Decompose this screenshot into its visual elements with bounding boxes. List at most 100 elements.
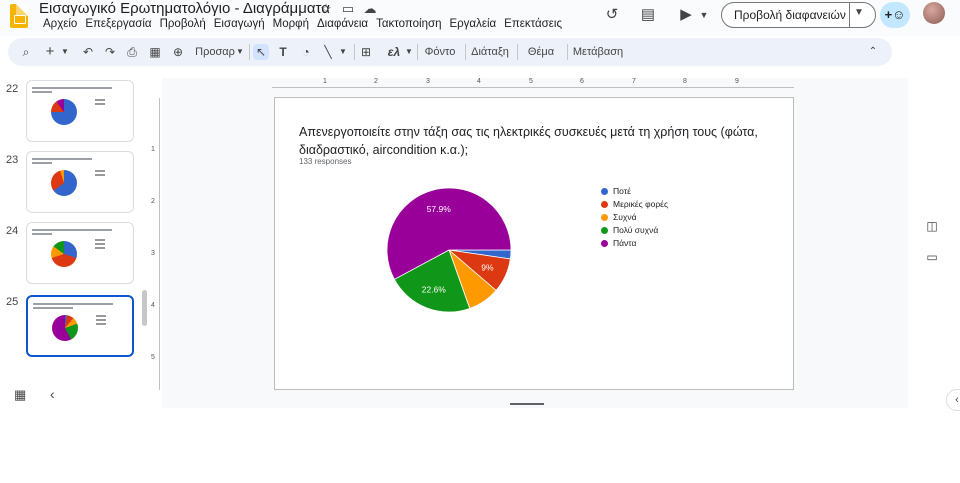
menu-slide[interactable]: Διαφάνεια bbox=[313, 17, 372, 31]
add-comment-icon[interactable]: ⊞ bbox=[358, 44, 374, 60]
new-slide-dropdown-icon[interactable]: ▼ bbox=[60, 44, 70, 60]
layout-button[interactable]: Διάταξη bbox=[469, 44, 511, 60]
ruler-label: 7 bbox=[632, 78, 636, 85]
menu-edit[interactable]: Επεξεργασία bbox=[81, 17, 155, 31]
line-icon[interactable]: ╲ bbox=[320, 44, 336, 60]
ruler-label: 2 bbox=[151, 198, 155, 205]
ruler-label: 4 bbox=[477, 78, 481, 85]
ruler-label: 5 bbox=[151, 354, 155, 361]
pie-data-label: 22.6% bbox=[422, 284, 447, 294]
new-slide-icon[interactable]: + bbox=[42, 44, 58, 60]
legend-label: Μερικές φορές bbox=[613, 199, 669, 209]
menu-view[interactable]: Προβολή bbox=[156, 17, 210, 31]
ruler-label: 5 bbox=[529, 78, 533, 85]
toolbar-divider bbox=[249, 44, 250, 60]
pie-data-label: 57.9% bbox=[427, 204, 452, 214]
slide-thumbnail[interactable] bbox=[26, 222, 134, 284]
slideshow-button-label: Προβολή διαφανειών bbox=[734, 8, 846, 22]
avatar[interactable] bbox=[923, 2, 945, 24]
slide-number: 24 bbox=[6, 225, 19, 237]
legend-swatch bbox=[601, 188, 608, 195]
text-box-icon[interactable]: T bbox=[275, 44, 291, 60]
comments-icon[interactable]: ▤ bbox=[638, 5, 658, 25]
grid-view-icon[interactable]: ▦ bbox=[14, 388, 28, 402]
ruler-label: 8 bbox=[683, 78, 687, 85]
menu-file[interactable]: Αρχείο bbox=[39, 17, 81, 31]
equation-dropdown-icon[interactable]: ▼ bbox=[405, 44, 413, 60]
select-cursor-icon[interactable]: ↖ bbox=[253, 44, 269, 60]
slide-number: 25 bbox=[6, 296, 19, 308]
vertical-ruler: 1 2 3 4 5 bbox=[150, 98, 160, 390]
legend-label: Ποτέ bbox=[613, 186, 631, 196]
zoom-icon[interactable]: ⊕ bbox=[170, 44, 186, 60]
print-icon[interactable]: ⎙ bbox=[124, 44, 140, 60]
legend-label: Συχνά bbox=[613, 212, 637, 222]
ruler-label: 1 bbox=[151, 146, 155, 153]
pie-chart[interactable]: 9% 22.6% 57.9% bbox=[385, 186, 513, 314]
menu-extensions[interactable]: Επεκτάσεις bbox=[500, 17, 566, 31]
cloud-saved-icon[interactable]: ☁ bbox=[362, 1, 378, 17]
menu-arrange[interactable]: Τακτοποίηση bbox=[372, 17, 445, 31]
canvas-scroll-indicator[interactable] bbox=[510, 403, 544, 405]
keep-icon[interactable]: ◫ bbox=[924, 218, 940, 234]
zoom-select[interactable]: Προσαρ bbox=[192, 44, 238, 60]
filmstrip-scrollbar[interactable] bbox=[142, 290, 147, 326]
toolbar-divider bbox=[567, 44, 568, 60]
slide-thumbnail[interactable] bbox=[26, 80, 134, 142]
star-icon[interactable]: ☆ bbox=[318, 1, 334, 17]
move-to-folder-icon[interactable]: ▭ bbox=[340, 1, 356, 17]
toolbar-divider bbox=[465, 44, 466, 60]
slide-thumbnail[interactable] bbox=[26, 151, 134, 213]
ruler-label: 1 bbox=[323, 78, 327, 85]
meet-dropdown-icon[interactable]: ▼ bbox=[694, 5, 714, 25]
legend-swatch bbox=[601, 201, 608, 208]
slide-number: 23 bbox=[6, 154, 19, 166]
slideshow-dropdown-icon[interactable]: ▼ bbox=[854, 7, 864, 18]
theme-button[interactable]: Θέμα bbox=[521, 44, 561, 60]
shape-icon[interactable]: ◔ bbox=[298, 44, 314, 60]
collapse-toolbar-icon[interactable]: ⌃ bbox=[865, 44, 881, 60]
question-title[interactable]: Απενεργοποιείτε στην τάξη σας τις ηλεκτρ… bbox=[299, 123, 779, 159]
menu-insert[interactable]: Εισαγωγή bbox=[210, 17, 269, 31]
equation-icon[interactable]: ελ bbox=[386, 44, 402, 60]
legend-label: Πολύ συχνά bbox=[613, 225, 659, 235]
ruler-label: 4 bbox=[151, 302, 155, 309]
version-history-icon[interactable]: ↺ bbox=[602, 5, 622, 25]
ruler-label: 2 bbox=[374, 78, 378, 85]
slideshow-button[interactable]: Προβολή διαφανειών ▼ bbox=[721, 2, 876, 28]
toolbar-divider bbox=[417, 44, 418, 60]
menu-tools[interactable]: Εργαλεία bbox=[445, 17, 500, 31]
ruler-label: 3 bbox=[426, 78, 430, 85]
undo-icon[interactable]: ↶ bbox=[80, 44, 96, 60]
background-button[interactable]: Φόντο bbox=[422, 44, 458, 60]
slide-number: 22 bbox=[6, 83, 19, 95]
meet-camera-icon[interactable]: ▶ bbox=[676, 5, 696, 25]
toolbar-divider bbox=[354, 44, 355, 60]
collapse-filmstrip-icon[interactable]: ‹ bbox=[50, 386, 55, 402]
title-icons: ☆ ▭ ☁ bbox=[318, 1, 378, 17]
document-title[interactable]: Εισαγωγικό Ερωτηματολόγιο - Διαγράμματα bbox=[39, 0, 330, 17]
transition-button[interactable]: Μετάβαση bbox=[571, 44, 625, 60]
share-button[interactable]: +☺ bbox=[880, 2, 910, 28]
response-count: 133 responses bbox=[299, 157, 352, 166]
slides-logo-icon[interactable] bbox=[10, 4, 28, 28]
search-menus-icon[interactable]: ⌕ bbox=[18, 44, 34, 60]
legend-swatch bbox=[601, 214, 608, 221]
legend-swatch bbox=[601, 240, 608, 247]
zoom-dropdown-icon[interactable]: ▼ bbox=[236, 44, 244, 60]
slide-filmstrip: 22 23 24 25 bbox=[0, 76, 160, 376]
slide-canvas[interactable]: Απενεργοποιείτε στην τάξη σας τις ηλεκτρ… bbox=[274, 97, 794, 390]
menu-format[interactable]: Μορφή bbox=[269, 17, 313, 31]
toolbar-divider bbox=[517, 44, 518, 60]
line-dropdown-icon[interactable]: ▼ bbox=[339, 44, 347, 60]
pie-data-label: 9% bbox=[481, 262, 494, 272]
expand-side-panel-icon[interactable]: ‹ bbox=[946, 389, 960, 411]
folder-icon[interactable]: ▭ bbox=[924, 249, 940, 265]
legend-label: Πάντα bbox=[613, 238, 637, 248]
app-bar: Εισαγωγικό Ερωτηματολόγιο - Διαγράμματα … bbox=[0, 0, 960, 36]
paint-format-icon[interactable]: ▦ bbox=[147, 44, 163, 60]
ruler-label: 3 bbox=[151, 250, 155, 257]
slide-thumbnail-selected[interactable] bbox=[26, 295, 134, 357]
redo-icon[interactable]: ↷ bbox=[102, 44, 118, 60]
toolbar: ⌕ + ▼ ↶ ↷ ⎙ ▦ ⊕ Προσαρ ▼ ↖ T ◔ ╲ ▼ ⊞ ελ … bbox=[8, 38, 892, 66]
